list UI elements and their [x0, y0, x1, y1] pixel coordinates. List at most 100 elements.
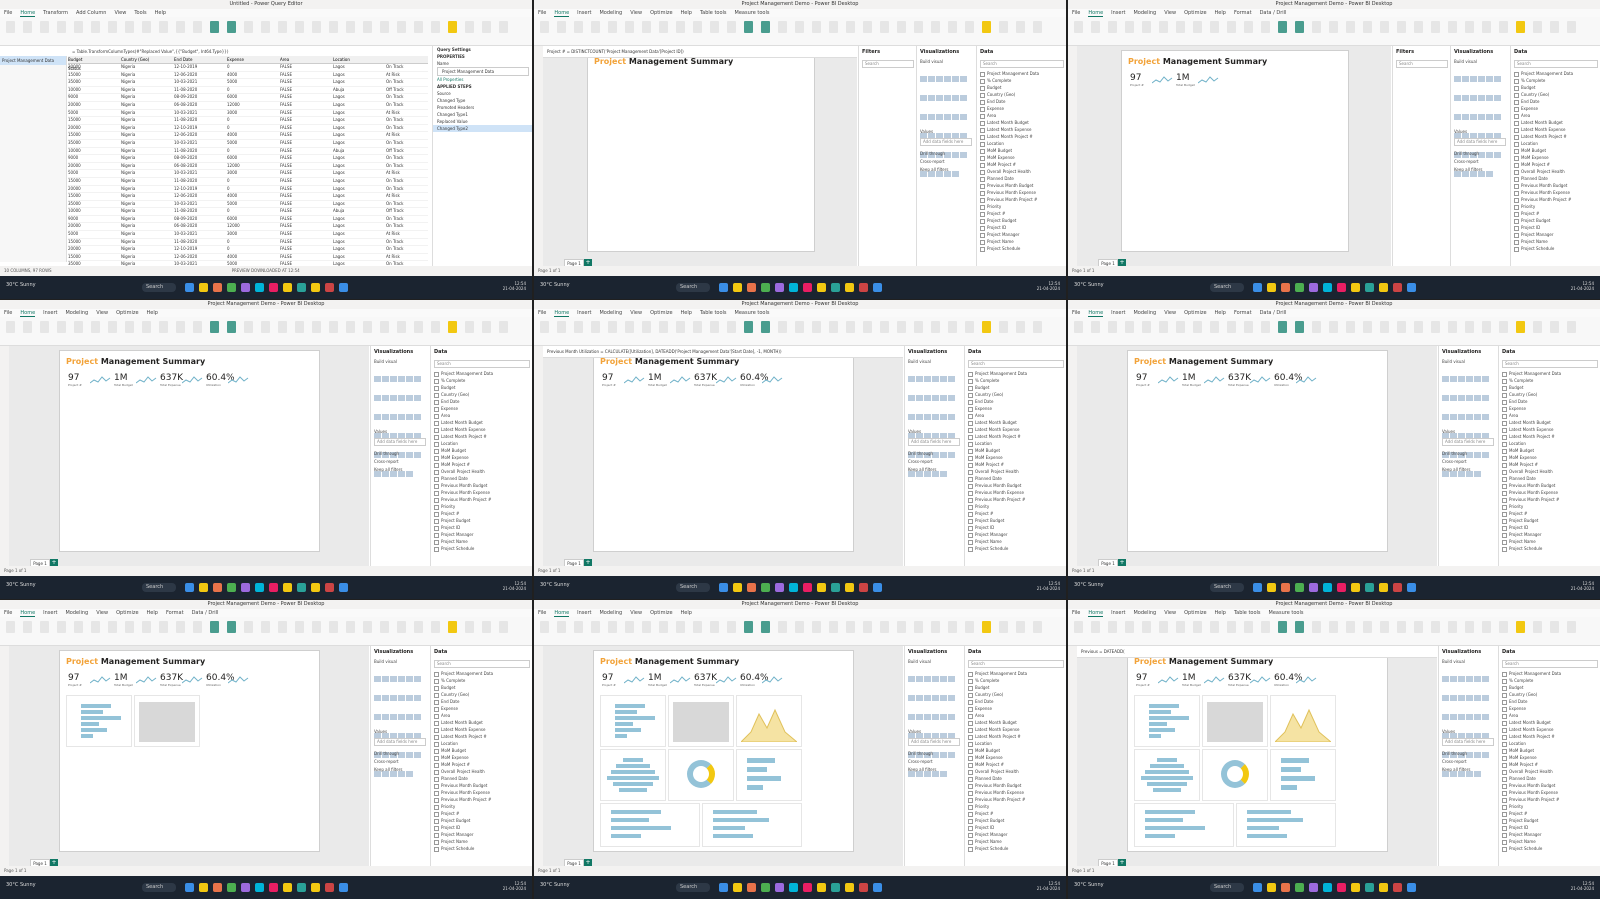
table-cell[interactable]: Nigeria [121, 125, 174, 132]
visual-type-icon[interactable] [1494, 95, 1501, 101]
visual-type-icon[interactable] [414, 752, 421, 758]
data-field-item[interactable]: Previous Month Expense [434, 789, 530, 796]
data-field-item[interactable]: Latest Month Budget [980, 119, 1064, 126]
field-checkbox[interactable] [968, 811, 973, 817]
field-checkbox[interactable] [1514, 232, 1519, 238]
data-field-item[interactable]: MoM Project # [434, 761, 530, 768]
taskbar-app-icon[interactable] [859, 583, 868, 592]
visual-type-icon[interactable] [382, 676, 389, 682]
ribbon-button[interactable] [642, 21, 651, 33]
taskbar-app-icon[interactable] [747, 283, 756, 292]
kpi-card[interactable]: 637K Total Expense [160, 373, 183, 387]
taskbar-app-icon[interactable] [213, 283, 222, 292]
field-checkbox[interactable] [968, 518, 973, 524]
data-field-item[interactable]: Project Management Data [980, 70, 1064, 77]
data-field-item[interactable]: Previous Month Budget [1514, 182, 1598, 189]
ribbon-button[interactable] [1125, 621, 1134, 633]
field-checkbox[interactable] [1514, 225, 1519, 231]
menu-insert[interactable]: Insert [1111, 10, 1125, 16]
menu-insert[interactable]: Insert [1111, 310, 1125, 316]
field-checkbox[interactable] [434, 818, 439, 824]
visual-type-icon[interactable] [940, 771, 947, 777]
table-cell[interactable]: Lagos [333, 239, 386, 246]
menu-home[interactable]: Home [1088, 10, 1104, 17]
ribbon-button[interactable] [1567, 321, 1576, 333]
field-checkbox[interactable] [968, 546, 973, 552]
visual-type-icon[interactable] [1462, 114, 1469, 120]
table-cell[interactable]: 08-09-2020 [174, 155, 227, 162]
menu-view[interactable]: View [96, 610, 108, 616]
table-cell[interactable]: Lagos [333, 216, 386, 223]
visual-type-icon[interactable] [1494, 114, 1501, 120]
ribbon-button[interactable] [540, 321, 549, 333]
ribbon-button[interactable] [812, 621, 821, 633]
ribbon-button[interactable] [57, 21, 66, 33]
field-checkbox[interactable] [1502, 790, 1507, 796]
ribbon-button[interactable] [727, 621, 736, 633]
add-page-button[interactable]: + [1118, 259, 1126, 266]
table-cell[interactable]: FALSE [280, 254, 333, 261]
visual-type-icon[interactable] [382, 376, 389, 382]
visual-type-icon[interactable] [1458, 376, 1465, 382]
kpi-card[interactable]: 97 Project # [1136, 373, 1150, 387]
field-checkbox[interactable] [968, 706, 973, 712]
table-cell[interactable]: 0 [227, 148, 280, 155]
data-field-item[interactable]: Project ID [980, 224, 1064, 231]
menu-table-tools[interactable]: Table tools [700, 10, 727, 16]
ribbon-button[interactable] [710, 621, 719, 633]
field-checkbox[interactable] [434, 839, 439, 845]
field-checkbox[interactable] [1502, 455, 1507, 461]
visual-type-icon[interactable] [1486, 171, 1493, 177]
ribbon-button[interactable] [693, 621, 702, 633]
visual-type-icon[interactable] [952, 114, 959, 120]
menu-file[interactable]: File [4, 610, 12, 616]
table-cell[interactable]: FALSE [280, 79, 333, 86]
data-field-item[interactable]: Previous Month Budget [968, 482, 1064, 489]
ribbon-button[interactable] [710, 21, 719, 33]
field-checkbox[interactable] [1502, 483, 1507, 489]
data-field-item[interactable]: MoM Project # [1502, 461, 1598, 468]
field-checkbox[interactable] [434, 846, 439, 852]
field-checkbox[interactable] [968, 671, 973, 677]
table-cell[interactable]: FALSE [280, 186, 333, 193]
column-header[interactable]: Location [333, 56, 386, 63]
menu-modeling[interactable]: Modeling [1133, 310, 1156, 316]
ribbon-button[interactable] [1414, 21, 1423, 33]
ribbon-button[interactable] [346, 621, 355, 633]
add-page-button[interactable]: + [1118, 559, 1126, 566]
ribbon-button[interactable] [1482, 621, 1491, 633]
column-header[interactable]: Country (Geo) [121, 56, 174, 63]
data-field-item[interactable]: Project Manager [980, 231, 1064, 238]
ribbon-button[interactable] [1380, 21, 1389, 33]
taskbar-app-icon[interactable] [831, 583, 840, 592]
data-field-item[interactable]: MoM Budget [1514, 147, 1598, 154]
visual-type-icon[interactable] [960, 114, 967, 120]
weather-widget[interactable]: 30°C Sunny [1074, 282, 1104, 288]
menu-help[interactable]: Help [1215, 10, 1226, 16]
ribbon-button[interactable] [397, 321, 406, 333]
table-cell[interactable]: Nigeria [121, 79, 174, 86]
table-cell[interactable]: Lagos [333, 254, 386, 261]
taskbar-app-icon[interactable] [1323, 283, 1332, 292]
ribbon-button[interactable] [244, 321, 253, 333]
ribbon-button[interactable] [1278, 621, 1287, 633]
table-cell[interactable]: 15000 [68, 132, 121, 139]
taskbar-app-icon[interactable] [1407, 583, 1416, 592]
data-field-item[interactable]: Project # [434, 510, 530, 517]
ribbon-button[interactable] [244, 621, 253, 633]
visual-type-icon[interactable] [948, 714, 955, 720]
menu-home[interactable]: Home [20, 610, 36, 617]
taskbar-search[interactable]: Search [142, 283, 176, 292]
visual-type-icon[interactable] [1466, 676, 1473, 682]
visual-type-icon[interactable] [414, 452, 421, 458]
field-checkbox[interactable] [1502, 706, 1507, 712]
field-checkbox[interactable] [980, 92, 985, 98]
visual-type-icon[interactable] [928, 114, 935, 120]
data-field-item[interactable]: Country (Geo) [1502, 691, 1598, 698]
taskbar-app-icon[interactable] [817, 883, 826, 892]
taskbar-app-icon[interactable] [227, 883, 236, 892]
ribbon-button[interactable] [1329, 21, 1338, 33]
visual-type-icon[interactable] [940, 395, 947, 401]
data-field-item[interactable]: End Date [980, 98, 1064, 105]
data-field-item[interactable]: Overall Project Health [1514, 168, 1598, 175]
